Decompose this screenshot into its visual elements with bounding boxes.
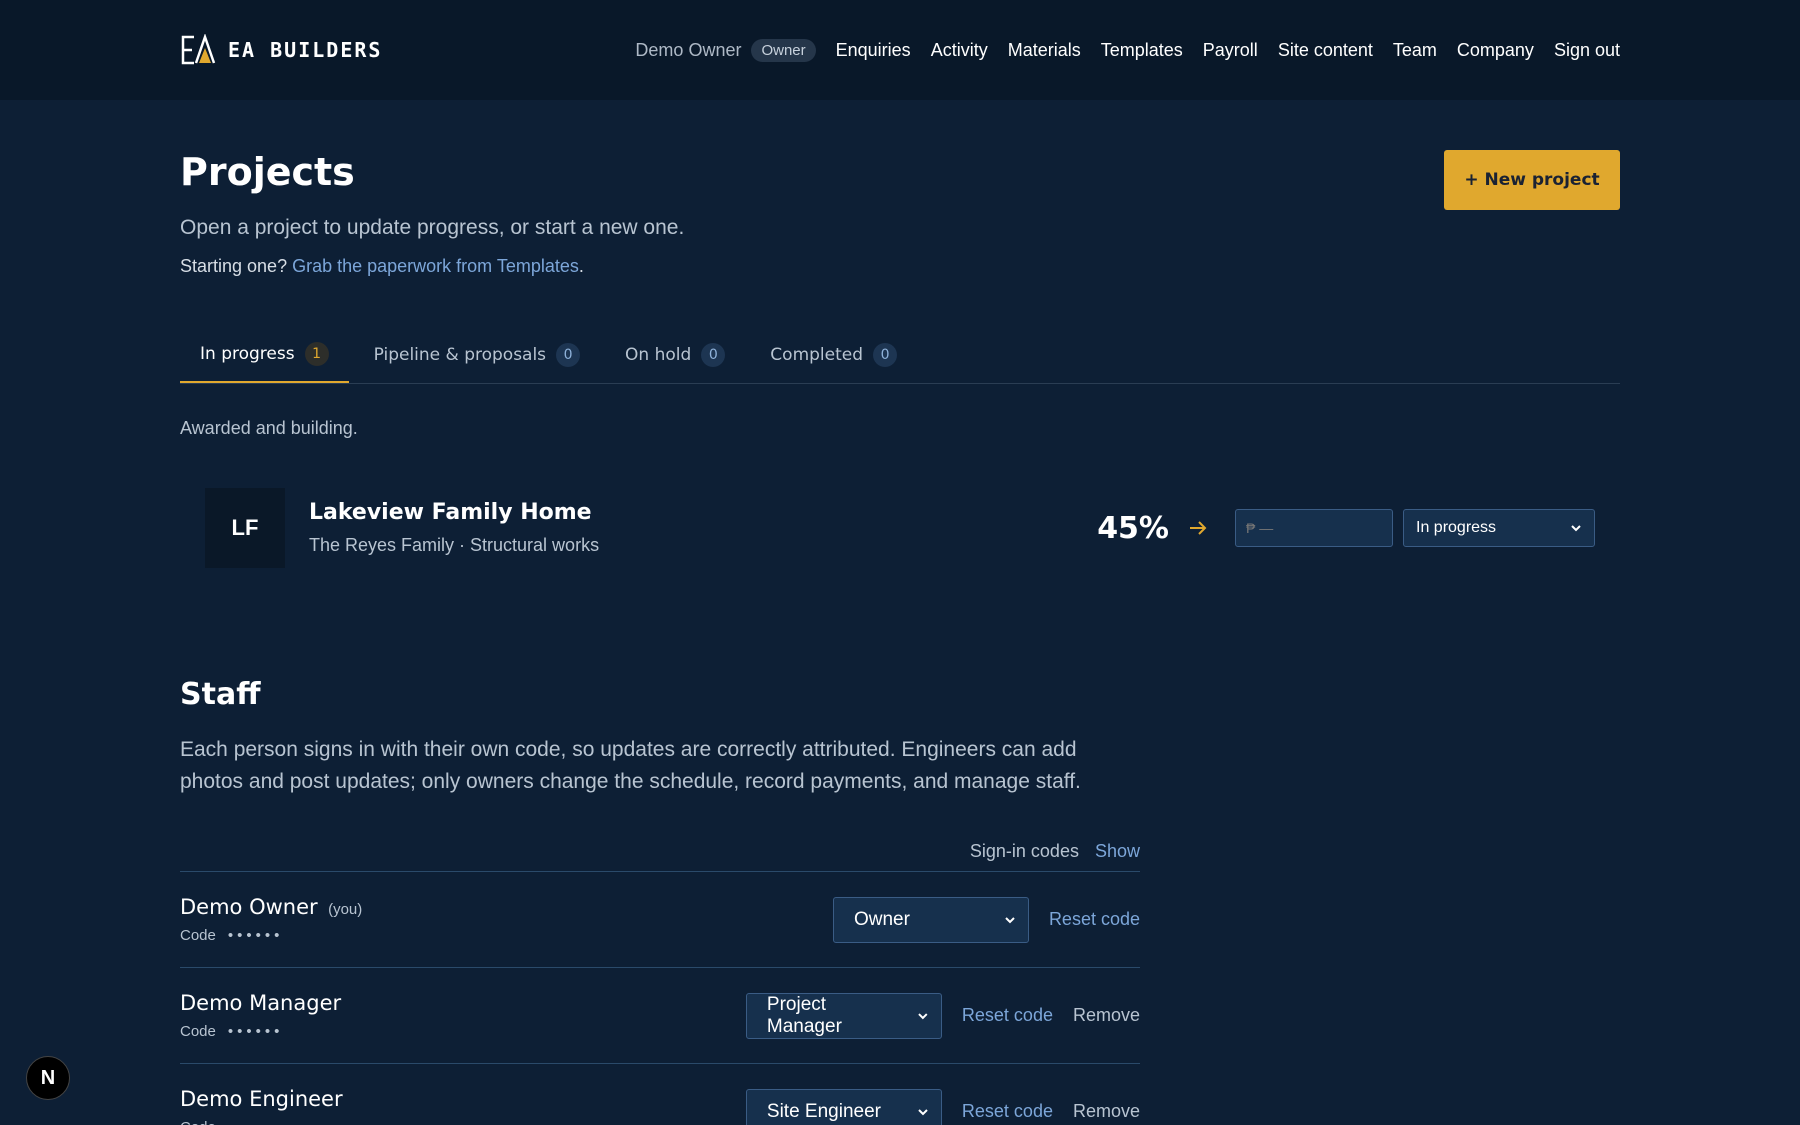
staff-row-owner: Demo Owner (you) Code •••••• Owner Reset…: [180, 872, 1140, 968]
tab-count-badge: 0: [701, 343, 726, 367]
nav-payroll[interactable]: Payroll: [1203, 40, 1258, 61]
tab-pipeline-proposals[interactable]: Pipeline & proposals 0: [354, 327, 600, 383]
chevron-down-icon: [918, 1012, 928, 1019]
staff-row-manager: Demo Manager Code •••••• Project Manager…: [180, 968, 1140, 1064]
staff-identity: Demo Engineer Code ••••••: [180, 1087, 343, 1125]
code-label: Code: [180, 1119, 216, 1125]
project-row[interactable]: LF Lakeview Family Home The Reyes Family…: [180, 487, 1620, 569]
templates-tip: Starting one? Grab the paperwork from Te…: [180, 256, 1620, 277]
tip-prefix: Starting one?: [180, 256, 288, 276]
staff-identity: Demo Manager Code ••••••: [180, 991, 341, 1040]
page-subtitle: Open a project to update progress, or st…: [180, 216, 685, 239]
project-status-value: In progress: [1416, 519, 1497, 536]
role-value: Owner: [853, 908, 910, 930]
staff-code: Code ••••••: [180, 927, 362, 944]
role-value: Site Engineer: [766, 1100, 881, 1122]
staff-name: Demo Manager: [180, 991, 342, 1015]
role-select[interactable]: Project Manager: [745, 992, 942, 1039]
role-select[interactable]: Site Engineer: [745, 1088, 942, 1125]
tab-label: In progress: [200, 344, 295, 364]
project-status-select[interactable]: In progress: [1403, 509, 1595, 547]
staff-row-engineer: Demo Engineer Code •••••• Site Engineer …: [180, 1064, 1140, 1125]
current-user: Demo Owner Owner: [635, 38, 816, 62]
staff-title: Staff: [180, 677, 261, 712]
tab-count-badge: 1: [304, 342, 329, 366]
chevron-down-icon: [1571, 525, 1581, 532]
project-tabs: In progress 1 Pipeline & proposals 0 On …: [180, 327, 1620, 384]
arrow-right-icon[interactable]: [1187, 517, 1209, 539]
top-nav-bar: EA BUILDERS Demo Owner Owner Enquiries A…: [0, 0, 1800, 100]
main-nav: Demo Owner Owner Enquiries Activity Mate…: [635, 38, 1620, 62]
current-user-name: Demo Owner: [635, 39, 742, 60]
tab-in-progress[interactable]: In progress 1: [180, 327, 349, 383]
templates-link[interactable]: Grab the paperwork from Templates: [292, 256, 579, 276]
tab-label: Completed: [770, 345, 864, 365]
chevron-down-icon: [1005, 916, 1015, 923]
project-info: Lakeview Family Home The Reyes Family · …: [309, 500, 599, 556]
nav-materials[interactable]: Materials: [1008, 40, 1081, 61]
staff-description: Each person signs in with their own code…: [180, 738, 1081, 793]
role-value: Project Manager: [766, 993, 842, 1037]
code-label: Code: [180, 1023, 216, 1040]
code-mask: ••••••: [227, 1023, 284, 1040]
tab-completed[interactable]: Completed 0: [750, 327, 917, 383]
remove-staff-button[interactable]: Remove: [1073, 1101, 1140, 1122]
nav-templates[interactable]: Templates: [1101, 40, 1183, 61]
page-title: Projects: [180, 150, 355, 194]
project-controls: 45% In progress: [1097, 487, 1595, 569]
nextjs-dev-indicator[interactable]: N: [26, 1056, 70, 1100]
staff-actions: Site Engineer Reset code Remove: [745, 1088, 1140, 1125]
current-user-role-badge: Owner: [751, 38, 816, 62]
brand-name: EA BUILDERS: [228, 38, 383, 62]
project-name[interactable]: Lakeview Family Home: [309, 500, 599, 525]
nav-company[interactable]: Company: [1457, 40, 1534, 61]
nav-site-content[interactable]: Site content: [1278, 40, 1373, 61]
code-mask: ••••••: [228, 1119, 284, 1125]
project-meta: The Reyes Family · Structural works: [309, 535, 600, 555]
staff-identity: Demo Owner (you) Code ••••••: [180, 895, 362, 944]
reset-code-button[interactable]: Reset code: [1049, 909, 1140, 930]
nav-enquiries[interactable]: Enquiries: [836, 40, 911, 61]
staff-name: Demo Owner: [180, 895, 318, 919]
role-select[interactable]: Owner: [832, 896, 1029, 943]
reset-code-button[interactable]: Reset code: [962, 1005, 1053, 1026]
sign-in-codes-bar: Sign-in codes Show: [180, 832, 1140, 872]
code-mask: ••••••: [227, 927, 284, 944]
nav-team[interactable]: Team: [1393, 40, 1437, 61]
tip-suffix: .: [578, 256, 584, 276]
page-header: Projects Open a project to update progre…: [180, 100, 1620, 277]
tab-on-hold[interactable]: On hold 0: [605, 327, 745, 383]
chevron-down-icon: [918, 1108, 928, 1115]
staff-actions: Owner Reset code: [832, 896, 1140, 943]
tab-description: Awarded and building.: [180, 418, 358, 438]
remove-staff-button[interactable]: Remove: [1073, 1005, 1140, 1026]
sign-out-button[interactable]: Sign out: [1554, 40, 1620, 61]
project-amount-input[interactable]: [1235, 509, 1393, 547]
project-progress: 45%: [1097, 510, 1169, 546]
staff-code: Code ••••••: [180, 1119, 343, 1125]
code-label: Code: [180, 927, 216, 944]
brand-logo-icon: [181, 34, 216, 65]
sign-in-codes-label: Sign-in codes: [969, 841, 1079, 861]
main-content: Projects Open a project to update progre…: [0, 100, 1800, 1125]
staff-section: Staff Each person signs in with their ow…: [180, 677, 1140, 1125]
show-codes-button[interactable]: Show: [1095, 841, 1140, 862]
nav-activity[interactable]: Activity: [931, 40, 988, 61]
tab-count-badge: 0: [556, 343, 581, 367]
tab-count-badge: 0: [873, 343, 898, 367]
staff-code: Code ••••••: [180, 1023, 341, 1040]
staff-name: Demo Engineer: [180, 1087, 343, 1111]
tab-label: On hold: [625, 345, 692, 365]
tab-label: Pipeline & proposals: [373, 345, 547, 365]
brand[interactable]: EA BUILDERS: [180, 34, 382, 66]
you-label: (you): [328, 901, 363, 918]
staff-actions: Project Manager Reset code Remove: [745, 992, 1140, 1039]
new-project-button[interactable]: + New project: [1444, 150, 1620, 210]
project-avatar: LF: [205, 488, 285, 568]
reset-code-button[interactable]: Reset code: [962, 1101, 1053, 1122]
